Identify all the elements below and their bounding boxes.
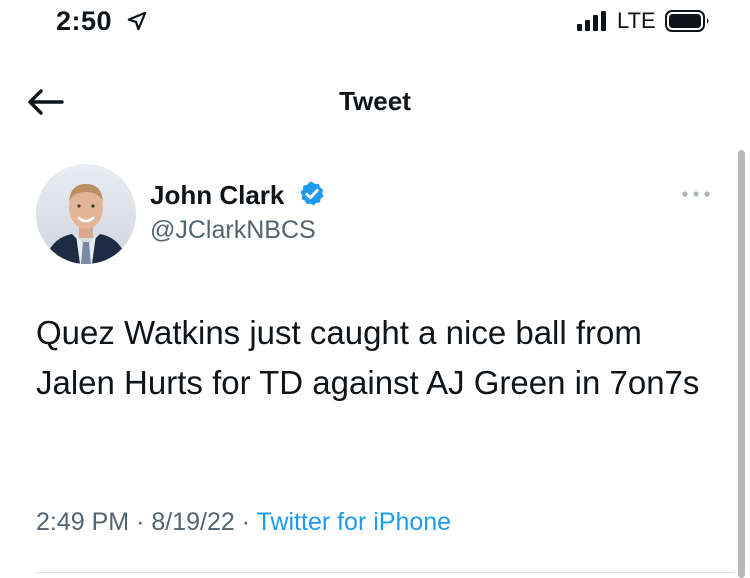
avatar[interactable]: [36, 164, 136, 264]
network-type-label: LTE: [617, 8, 656, 33]
verified-badge-icon: [300, 181, 324, 206]
tweet-metadata: 2:49 PM · 8/19/22 · Twitter for iPhone: [36, 508, 451, 537]
tweet-time: 2:49 PM: [36, 508, 130, 536]
tweet-text: Quez Watkins just caught a nice ball fro…: [36, 314, 700, 401]
tweet-source-link[interactable]: Twitter for iPhone: [257, 508, 452, 536]
author-handle[interactable]: @JClarkNBCS: [150, 216, 316, 245]
more-options-icon[interactable]: [680, 186, 712, 202]
scrollbar[interactable]: [738, 150, 745, 578]
battery-icon: [665, 10, 709, 32]
status-time: 2:50: [56, 6, 113, 36]
meta-separator: ·: [241, 508, 251, 536]
signal-bars-icon: [577, 11, 606, 31]
meta-separator: ·: [136, 508, 145, 536]
author-name[interactable]: John Clark: [150, 180, 284, 211]
page-title: Tweet: [339, 86, 411, 116]
tweet-date: 8/19/22: [151, 508, 235, 536]
location-arrow-icon: [127, 11, 147, 31]
tweet-detail-screen: 2:50 LTE Tweet John Clark @JClarkNBCS Qu…: [0, 0, 750, 578]
divider: [36, 572, 734, 573]
